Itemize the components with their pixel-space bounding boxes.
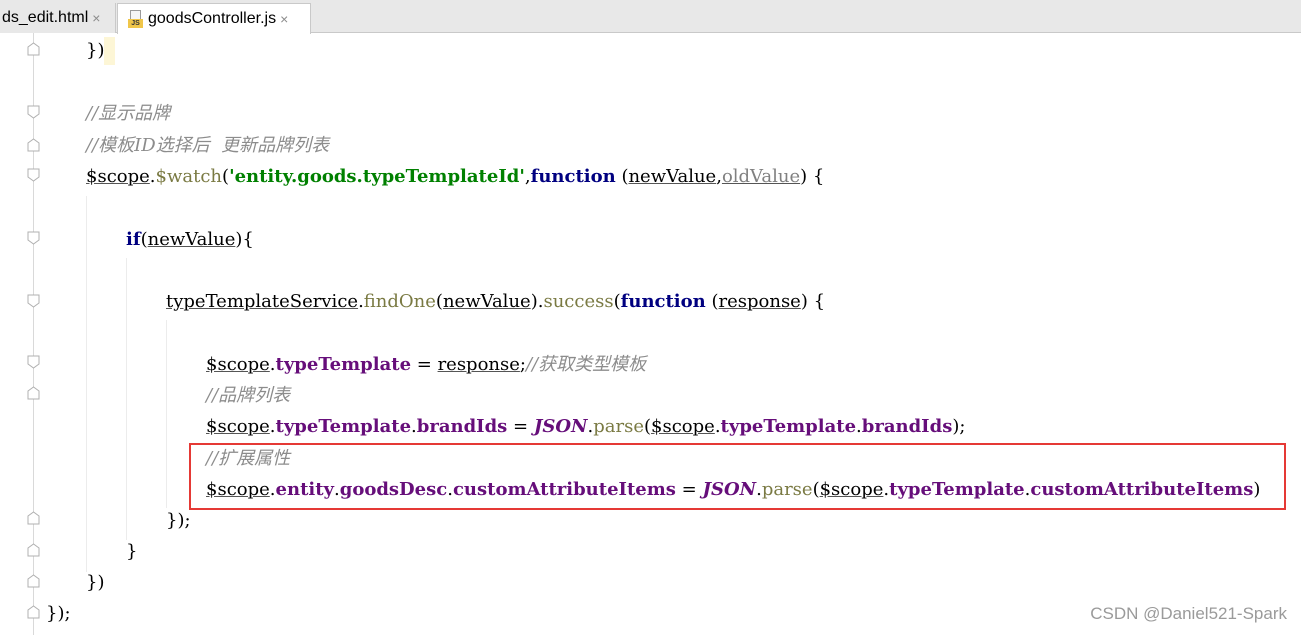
code-line[interactable]: $scope.$watch('entity.goods.typeTemplate… bbox=[86, 163, 824, 191]
code-line[interactable]: }); bbox=[46, 600, 71, 628]
indent-guide bbox=[166, 320, 167, 508]
code-line[interactable]: }) bbox=[86, 569, 104, 597]
fold-start-icon[interactable] bbox=[27, 168, 40, 182]
code-comment[interactable]: //模板ID选择后 更新品牌列表 bbox=[86, 132, 329, 160]
fold-end-icon[interactable] bbox=[27, 386, 40, 400]
fold-end-icon[interactable] bbox=[27, 543, 40, 557]
indent-guide bbox=[86, 196, 87, 572]
close-tab-icon[interactable]: × bbox=[92, 10, 100, 26]
code-line[interactable]: $scope.typeTemplate = response;//获取类型模板 bbox=[206, 351, 646, 379]
code-line[interactable]: }) bbox=[86, 37, 104, 65]
tab-label: ds_edit.html bbox=[2, 9, 89, 26]
fold-end-icon[interactable] bbox=[27, 138, 40, 152]
matching-brace-highlight bbox=[104, 37, 115, 65]
code-line[interactable]: }); bbox=[166, 507, 191, 535]
fold-start-icon[interactable] bbox=[27, 294, 40, 308]
editor-tab-bar: ds_edit.html × JS goodsController.js × bbox=[0, 0, 1301, 34]
js-file-icon: JS bbox=[128, 10, 144, 28]
indent-guide bbox=[126, 258, 127, 540]
fold-end-icon[interactable] bbox=[27, 605, 40, 619]
code-comment[interactable]: //显示品牌 bbox=[86, 100, 170, 128]
code-line[interactable]: } bbox=[126, 538, 137, 566]
tab-goods-controller-js[interactable]: JS goodsController.js × bbox=[117, 3, 311, 34]
fold-start-icon[interactable] bbox=[27, 355, 40, 369]
code-line[interactable]: if(newValue){ bbox=[126, 226, 254, 254]
fold-end-icon[interactable] bbox=[27, 574, 40, 588]
fold-start-icon[interactable] bbox=[27, 105, 40, 119]
code-comment[interactable]: //品牌列表 bbox=[206, 382, 290, 410]
fold-end-icon[interactable] bbox=[27, 42, 40, 56]
fold-start-icon[interactable] bbox=[27, 231, 40, 245]
fold-end-icon[interactable] bbox=[27, 511, 40, 525]
tab-label: goodsController.js bbox=[148, 10, 277, 27]
tab-ds-edit-html[interactable]: ds_edit.html × bbox=[0, 3, 116, 33]
close-tab-icon[interactable]: × bbox=[280, 11, 288, 27]
watermark: CSDN @Daniel521-Spark bbox=[1090, 604, 1287, 623]
annotation-highlight-box bbox=[189, 443, 1286, 510]
code-line[interactable]: typeTemplateService.findOne(newValue).su… bbox=[166, 288, 825, 316]
code-line[interactable]: $scope.typeTemplate.brandIds = JSON.pars… bbox=[206, 413, 965, 441]
